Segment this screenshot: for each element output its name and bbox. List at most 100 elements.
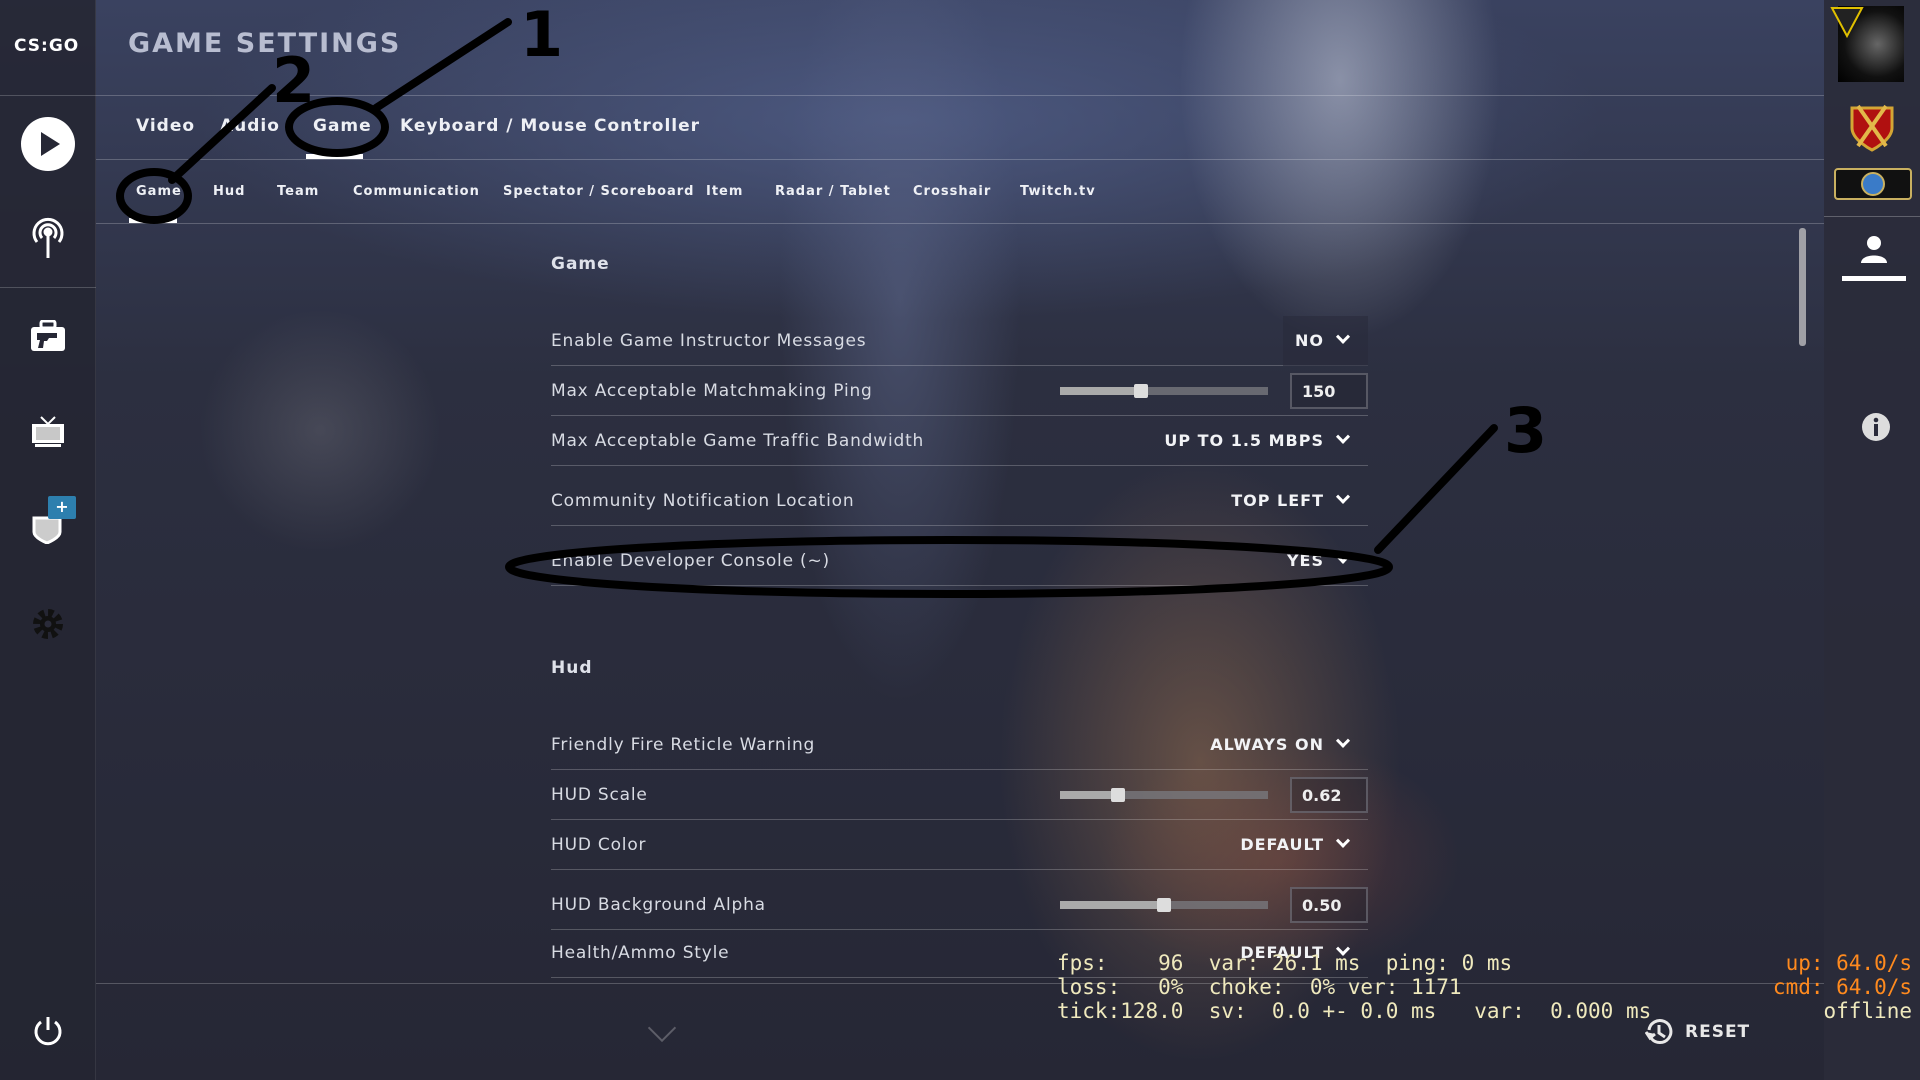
setting-row: HUD Scale 0.62 xyxy=(551,770,1368,820)
subtab-twitch[interactable]: Twitch.tv xyxy=(1020,184,1096,199)
tv-watch-icon[interactable] xyxy=(18,402,78,462)
setting-label: HUD Color xyxy=(551,834,647,855)
right-sidebar xyxy=(1824,0,1920,1080)
setting-label: Health/Ammo Style xyxy=(551,942,730,963)
divider xyxy=(96,983,1824,984)
subtab-spectator-scoreboard[interactable]: Spectator / Scoreboard xyxy=(503,184,695,199)
setting-dropdown[interactable]: TOP LEFT xyxy=(1219,476,1368,526)
netgraph-cmd-rate: cmd: 64.0/s xyxy=(1772,975,1912,999)
inventory-briefcase-icon[interactable] xyxy=(18,306,78,366)
netgraph-line: loss: 0% choke: 0% ver: 1171 xyxy=(1057,975,1462,999)
csgo-logo: CS:GO xyxy=(14,36,80,56)
setting-label: Enable Developer Console (~) xyxy=(551,550,830,571)
setting-label: Max Acceptable Matchmaking Ping xyxy=(551,380,873,401)
slider-thumb[interactable] xyxy=(1134,383,1149,398)
active-profile-indicator xyxy=(1842,276,1906,281)
rank-badge-icon[interactable] xyxy=(1844,98,1900,154)
setting-row: HUD Color DEFAULT xyxy=(551,820,1368,870)
broadcast-icon[interactable] xyxy=(18,208,78,268)
annotation-number-1: 1 xyxy=(520,0,563,71)
scroll-down-arrow-icon[interactable] xyxy=(647,1013,677,1043)
setting-value-input[interactable]: 0.50 xyxy=(1290,886,1368,923)
subtab-communication[interactable]: Communication xyxy=(353,184,480,199)
setting-row: Community Notification Location TOP LEFT xyxy=(551,476,1368,526)
setting-slider[interactable] xyxy=(1060,787,1268,802)
tab-audio[interactable]: Audio xyxy=(220,116,280,136)
shield-icon[interactable]: + xyxy=(18,496,78,556)
rank-emblem-icon[interactable] xyxy=(1834,168,1912,200)
netgraph-line: fps: 96 var: 26.1 ms ping: 0 ms xyxy=(1057,951,1513,975)
reset-label: RESET xyxy=(1685,1022,1751,1042)
dropdown-value: TOP LEFT xyxy=(1231,491,1324,510)
divider xyxy=(96,159,1824,160)
tournament-badge-icon xyxy=(1830,7,1864,38)
slider-fill xyxy=(1060,386,1142,395)
dropdown-value: NO xyxy=(1295,331,1324,350)
setting-dropdown[interactable]: YES xyxy=(1275,536,1368,586)
subtab-item[interactable]: Item xyxy=(706,184,743,199)
reset-button[interactable]: RESET xyxy=(1645,1018,1750,1046)
setting-value-input[interactable]: 150 xyxy=(1290,372,1368,409)
chevron-down-icon xyxy=(1335,833,1351,848)
setting-row: Max Acceptable Game Traffic Bandwidth UP … xyxy=(551,416,1368,466)
setting-dropdown[interactable]: ALWAYS ON xyxy=(1198,720,1368,770)
section-title: Hud xyxy=(551,658,593,678)
annotation-line-3 xyxy=(1374,424,1498,554)
setting-label: Community Notification Location xyxy=(551,490,855,511)
annotation-number-3: 3 xyxy=(1504,394,1547,467)
dropdown-value: ALWAYS ON xyxy=(1210,735,1324,754)
profile-icon[interactable] xyxy=(1861,235,1887,263)
setting-label: Friendly Fire Reticle Warning xyxy=(551,734,816,755)
power-icon[interactable] xyxy=(18,1001,78,1061)
setting-row: Friendly Fire Reticle Warning ALWAYS ON xyxy=(551,720,1368,770)
reset-history-icon xyxy=(1645,1019,1673,1045)
chevron-down-icon xyxy=(1335,329,1351,344)
chevron-down-icon xyxy=(1335,549,1351,564)
gear-icon[interactable] xyxy=(18,594,78,654)
tab-game[interactable]: Game xyxy=(313,116,372,136)
setting-row: Enable Developer Console (~) YES xyxy=(551,536,1368,586)
setting-label: HUD Background Alpha xyxy=(551,894,766,915)
setting-value-input[interactable]: 0.62 xyxy=(1290,776,1368,813)
setting-row: Enable Game Instructor Messages NO xyxy=(551,315,1368,366)
chevron-down-icon xyxy=(1335,489,1351,504)
netgraph-up-rate: up: 64.0/s xyxy=(1785,951,1912,975)
chevron-down-icon xyxy=(1335,733,1351,748)
tab-video[interactable]: Video xyxy=(136,116,195,136)
subtab-team[interactable]: Team xyxy=(277,184,319,199)
setting-label: HUD Scale xyxy=(551,784,648,805)
scrollbar[interactable] xyxy=(1799,228,1806,346)
play-icon[interactable] xyxy=(18,114,78,174)
divider xyxy=(0,95,96,96)
setting-dropdown[interactable]: UP TO 1.5 MBPS xyxy=(1152,416,1368,466)
tab-keyboard-mouse[interactable]: Keyboard / Mouse xyxy=(400,116,588,136)
subtab-crosshair[interactable]: Crosshair xyxy=(913,184,991,199)
slider-fill xyxy=(1060,790,1119,799)
netgraph-line: tick:128.0 sv: 0.0 +- 0.0 ms var: 0.000 … xyxy=(1057,999,1652,1023)
page-title: GAME SETTINGS xyxy=(128,28,402,59)
setting-dropdown[interactable]: DEFAULT xyxy=(1228,820,1368,870)
divider xyxy=(0,287,96,288)
divider xyxy=(1824,216,1920,217)
setting-row: HUD Background Alpha 0.50 xyxy=(551,880,1368,930)
tab-controller[interactable]: Controller xyxy=(594,116,700,136)
setting-slider[interactable] xyxy=(1060,897,1268,912)
subtab-radar-tablet[interactable]: Radar / Tablet xyxy=(775,184,891,199)
left-sidebar: CS:GO + xyxy=(0,0,96,1080)
divider xyxy=(96,95,1824,96)
setting-slider[interactable] xyxy=(1060,383,1268,398)
setting-label: Enable Game Instructor Messages xyxy=(551,330,867,351)
dropdown-value: YES xyxy=(1286,551,1324,570)
subtab-hud[interactable]: Hud xyxy=(213,184,245,199)
section-title: Game xyxy=(551,254,610,274)
subtab-game[interactable]: Game xyxy=(136,184,182,199)
add-badge[interactable]: + xyxy=(48,496,76,519)
divider xyxy=(96,223,1824,224)
setting-dropdown[interactable]: NO xyxy=(1283,315,1368,366)
setting-row: Max Acceptable Matchmaking Ping 150 xyxy=(551,366,1368,416)
info-icon[interactable] xyxy=(1861,412,1891,442)
slider-thumb[interactable] xyxy=(1111,787,1126,802)
slider-thumb[interactable] xyxy=(1157,897,1171,912)
slider-fill xyxy=(1060,900,1164,909)
setting-label: Max Acceptable Game Traffic Bandwidth xyxy=(551,430,925,451)
